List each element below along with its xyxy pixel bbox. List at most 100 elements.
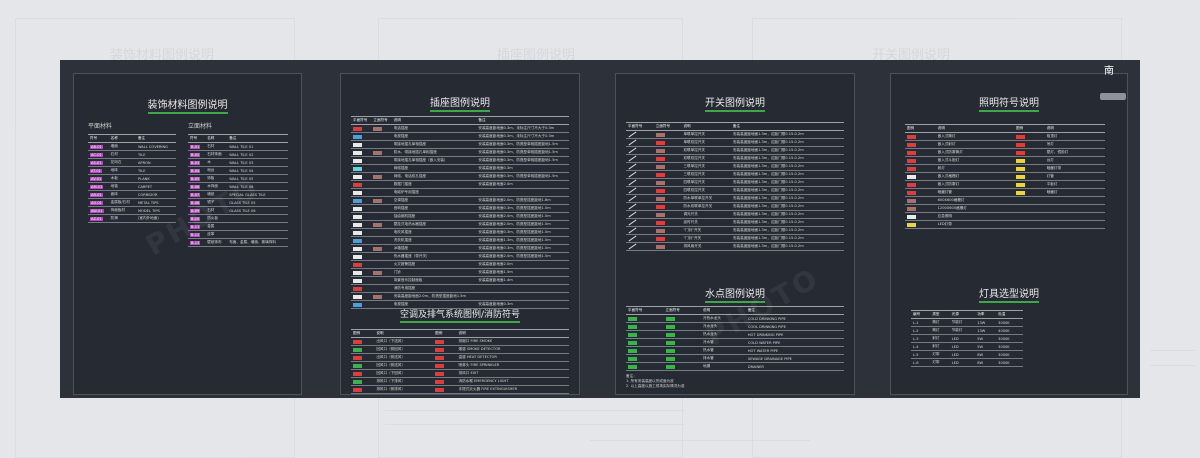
table-row: 延时开关 安装高度距地面1.3m，边距门框0.15-0.2m <box>626 218 844 227</box>
legend-symbol <box>435 339 445 344</box>
legend-symbol <box>353 294 362 299</box>
lamp-cell: 灯带 <box>930 358 950 367</box>
description-cell: 消防水喉 EMERGENCY LIGHT <box>456 377 569 386</box>
column-header: 图例 <box>351 329 375 338</box>
legend-symbol <box>907 150 916 155</box>
material-code: B-06 <box>190 184 201 189</box>
symbol-cell <box>653 170 682 179</box>
legend-symbol <box>655 220 665 225</box>
symbol-cell <box>1014 180 1045 189</box>
description-cell: 背景音乐控制面板 <box>391 276 477 285</box>
column-header: 平面符号 <box>351 116 372 125</box>
table-header-row: 符号 名称 备注 <box>188 134 288 143</box>
symbol-cell <box>653 234 682 243</box>
table-row: 排风口（下排风） 消防水喉 EMERGENCY LIGHT <box>351 377 569 386</box>
outlets-panel: 插座图例说明 平面符号 立面符号 说明 备注 电话插座 安装高度距地面0.3m，未标注尺寸… <box>340 73 580 395</box>
column-header: 编号 <box>911 310 931 319</box>
symbol-cell <box>1014 164 1045 173</box>
remark-cell: 安装高度距地面0.3m，防溅型插座距地1.5m <box>476 204 569 213</box>
remark-cell: 安装高度距地面0.3m，防溅型单相插座距地1.5m <box>476 148 569 157</box>
name-cell: 墙面 <box>108 142 136 151</box>
legend-symbol <box>628 348 637 353</box>
legend-symbol <box>655 196 665 201</box>
floor-materials-table: 符号 名称 备注 AB-01 墙面 WALL COVERING AC-01 石材 TILE AS-… <box>88 134 176 223</box>
table-row: 回风口（下回风） 排风口 EXIT <box>351 369 569 378</box>
legend-symbol <box>907 158 916 163</box>
description-cell: 手提式灭火器 FIRE EXTINGUISHER <box>456 385 569 394</box>
remark-cell <box>227 230 288 239</box>
table-row: 三联单控开关 安装高度距地面1.3m，边距门框0.15-0.2m <box>626 162 844 171</box>
table-row: 应急照明 <box>905 212 1105 221</box>
legend-symbol <box>907 222 916 227</box>
description-cell: 冰箱插座 <box>391 244 477 253</box>
symbol-cell <box>905 172 936 181</box>
name-cell: 饰面板材 <box>108 206 136 215</box>
description-cell: 排风口（下排风） <box>374 377 434 386</box>
legend-symbol <box>435 371 445 376</box>
table-header-row: 编号 类型 光源 功率 色温 <box>911 310 1023 319</box>
description-cell: 嵌入式格栅灯 <box>935 172 1015 181</box>
material-code: AT-01 <box>90 168 102 173</box>
symbol-cell <box>626 346 664 355</box>
table-row: 电话插座 安装高度距地面0.3m，未标注尺寸不大于0.3m <box>351 124 569 133</box>
switch-symbol <box>628 187 637 194</box>
symbol-cell <box>371 140 392 149</box>
remark-cell: HOT WATER PIPE <box>745 346 844 355</box>
legend-symbol <box>353 214 362 219</box>
column-header: 符号 <box>188 134 206 143</box>
remark-cell <box>227 222 288 231</box>
table-row: 双联单控开关 安装高度距地面1.3m，边距门框0.15-0.2m <box>626 146 844 155</box>
description-cell: "门铃"开关 <box>681 226 731 235</box>
symbol-cell <box>663 338 701 347</box>
lamp-cell: L-4 <box>911 342 931 351</box>
legend-symbol <box>628 340 637 345</box>
legend-symbol <box>628 364 637 369</box>
lamp-cell: LED <box>949 334 976 343</box>
drawing-board: 装饰材料图例说明 平面材料 立面材料 符号 名称 备注 AB-01 墙面 WALL COV… <box>60 60 1140 398</box>
remark-cell: WALL TILE 01 <box>227 142 288 151</box>
symbol-cell <box>351 228 372 237</box>
description-cell: 电视插座 <box>391 132 477 141</box>
description-cell: 热水器插座（带开关） <box>391 252 477 261</box>
column-header: 名称 <box>205 134 228 143</box>
legend-symbol <box>373 294 383 299</box>
outlets-table: 平面符号 立面符号 说明 备注 电话插座 安装高度距地面0.3m，未标注尺寸不大于0.3m… <box>351 116 569 309</box>
table-row: 调光开关 安装高度距地面1.3m，边距门框0.15-0.2m <box>626 210 844 219</box>
switch-symbol <box>628 147 637 154</box>
table-row: 单联双控开关 安装高度距地面1.3m，边距门框0.15-0.2m <box>626 138 844 147</box>
symbol-cell <box>626 178 654 187</box>
symbol-cell <box>351 361 375 370</box>
description-cell: 温感 HEAT DETECTOR <box>456 353 569 362</box>
table-row: 网络插座 安装高度距地面0.3m <box>351 164 569 173</box>
symbol-cell <box>1014 172 1045 181</box>
symbol-cell <box>626 362 664 371</box>
legend-symbol <box>353 222 362 227</box>
symbol-cell <box>626 338 664 347</box>
symbol-cell <box>626 162 654 171</box>
symbol-cell <box>351 188 372 197</box>
symbol-cell <box>626 218 654 227</box>
symbol-cell <box>371 124 392 133</box>
remark-cell: 安装高度距地面2.0m，防溅型插座距地1.8m <box>476 196 569 205</box>
table-row: B-02 石材饰面 WALL TILE 02 <box>188 150 288 159</box>
table-header-row: 符号 名称 备注 <box>88 134 176 143</box>
name-cell: 木板 <box>108 174 136 183</box>
symbol-cell <box>626 138 654 147</box>
table-row: 火灾报警插座 安装高度距地面2.0m <box>351 260 569 269</box>
legend-symbol <box>655 180 665 185</box>
description-cell: 网络插座 <box>391 164 477 173</box>
description-cell: 出风口（下送风） <box>374 337 434 346</box>
panel-title: 插座图例说明 <box>341 94 579 112</box>
remark-cell: COLD WATER PIPE <box>745 338 844 347</box>
symbol-cell <box>626 234 654 243</box>
lamp-cell: LED <box>949 350 976 359</box>
table-row: AM-01 地毯 CARPET <box>88 182 176 191</box>
remark-cell: 安装高度距地面1.3m，边距门框0.15-0.2m <box>730 178 844 187</box>
remark-cell: CORRIDOR <box>135 190 176 199</box>
description-cell: 电磁炉专用插座 <box>391 188 477 197</box>
lamp-cell: L-1 <box>911 318 931 327</box>
table-row: L-2 筒灯 节能灯 13W 4000K <box>911 326 1023 335</box>
description-cell <box>1044 212 1105 221</box>
name-cell: 木 <box>205 158 228 167</box>
description-cell: 1200X600格栅灯 <box>935 204 1015 213</box>
